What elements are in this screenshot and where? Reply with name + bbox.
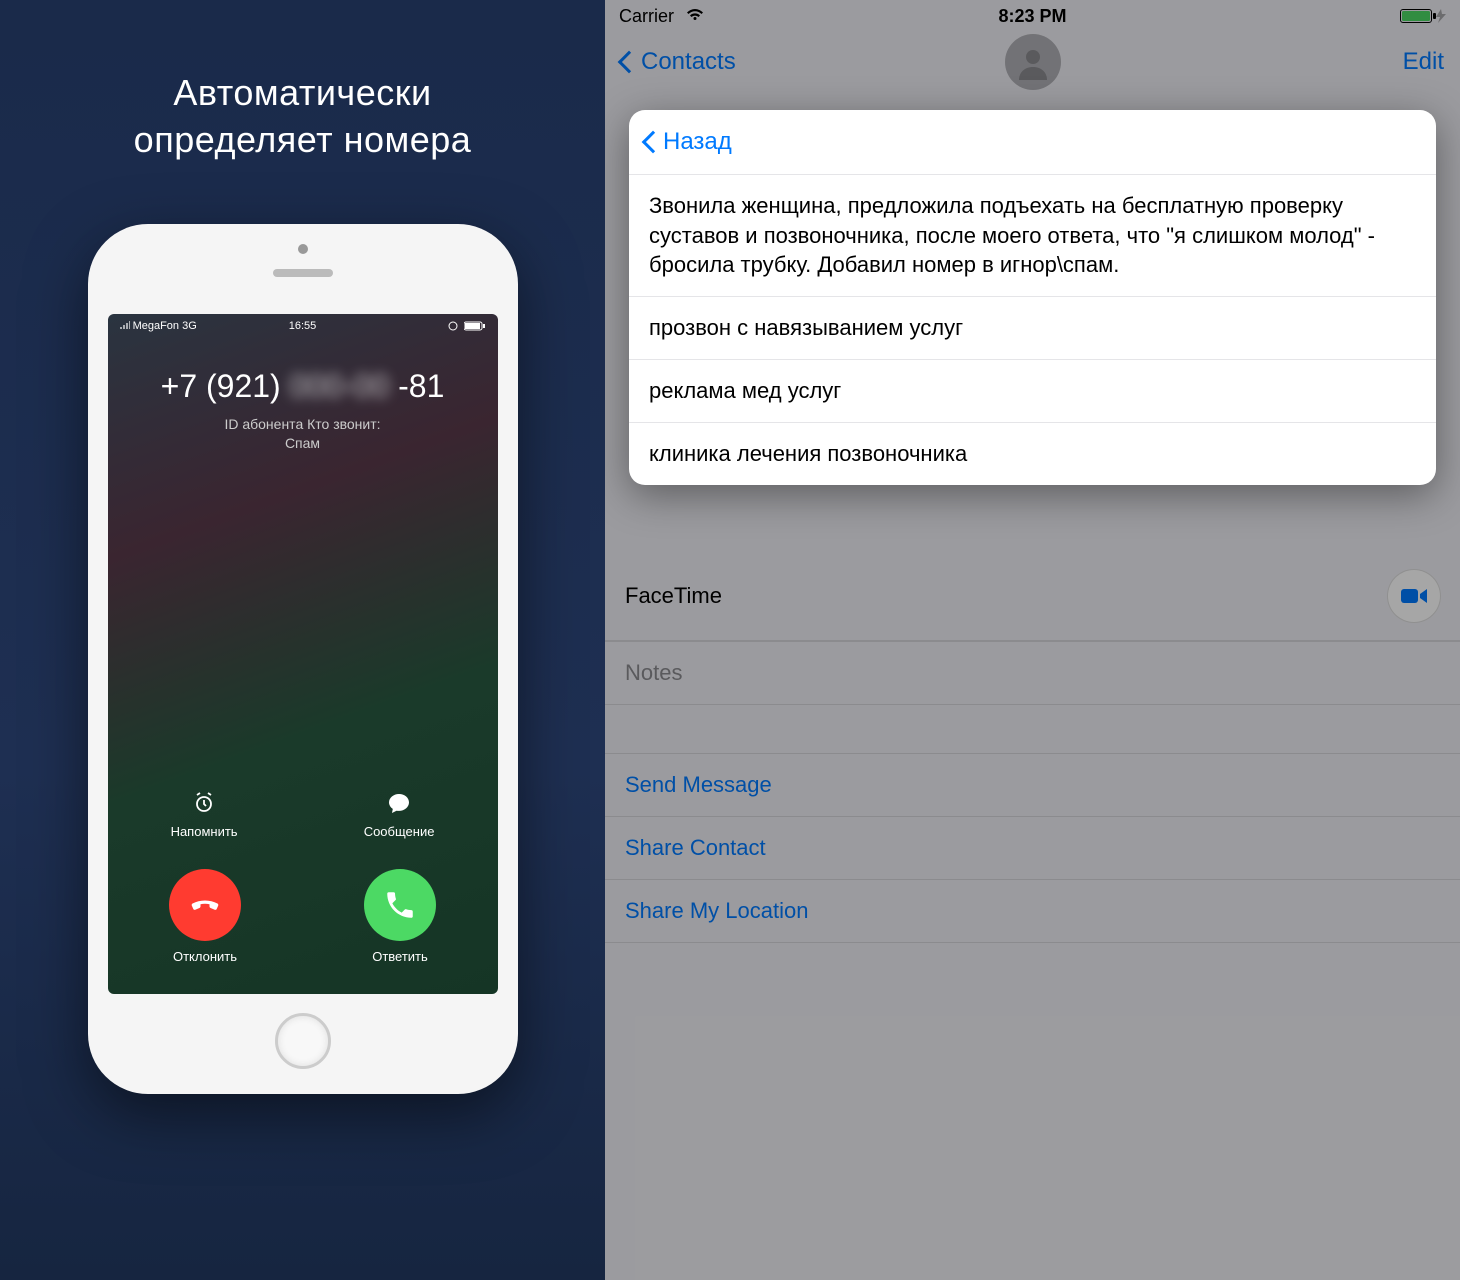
home-button[interactable] <box>275 1013 331 1069</box>
headline-line-2: определяет номера <box>134 117 472 164</box>
report-item[interactable]: прозвон с навязыванием услуг <box>629 297 1436 360</box>
remind-button[interactable]: Напомнить <box>171 790 238 839</box>
reports-popover: Назад Звонила женщина, предложила подъех… <box>629 110 1436 485</box>
inner-status-right <box>446 321 486 331</box>
incoming-number: +7 (921) 000-00 -81 <box>108 368 498 405</box>
number-blurred: 000-00 <box>290 368 390 404</box>
answer-button[interactable]: Ответить <box>364 869 436 964</box>
alarm-icon <box>446 321 460 331</box>
phone-icon <box>383 888 417 922</box>
caller-id-label: ID абонента Кто звонит: Спам <box>108 415 498 454</box>
inner-carrier: MegaFon 3G <box>120 320 197 332</box>
chevron-left-icon <box>642 131 665 154</box>
decline-button[interactable]: Отклонить <box>169 869 241 964</box>
phone-speaker-slot <box>273 269 333 277</box>
message-bubble-icon <box>386 790 412 816</box>
message-button[interactable]: Сообщение <box>364 790 435 839</box>
phone-mockup: MegaFon 3G 16:55 +7 (921) 000-00 -81 ID … <box>88 224 518 1094</box>
report-item[interactable]: реклама мед услуг <box>629 360 1436 423</box>
phone-down-icon <box>187 887 223 923</box>
decline-circle <box>169 869 241 941</box>
promo-panel: Автоматически определяет номера MegaFon … <box>0 0 605 1280</box>
accept-circle <box>364 869 436 941</box>
promo-headline: Автоматически определяет номера <box>134 70 472 164</box>
headline-line-1: Автоматически <box>134 70 472 117</box>
phone-screen: MegaFon 3G 16:55 +7 (921) 000-00 -81 ID … <box>108 314 498 994</box>
inner-status-bar: MegaFon 3G 16:55 <box>108 314 498 338</box>
signal-icon <box>120 321 130 329</box>
alarm-clock-icon <box>191 790 217 816</box>
popover-back-button[interactable]: Назад <box>629 110 1436 175</box>
inner-time: 16:55 <box>289 320 317 332</box>
battery-icon <box>464 321 486 331</box>
report-item[interactable]: клиника лечения позвоночника <box>629 423 1436 485</box>
phone-camera-dot <box>298 244 308 254</box>
report-main-text: Звонила женщина, предложила подъехать на… <box>629 175 1436 297</box>
call-actions: Напомнить Сообщение Отклонить <box>108 790 498 964</box>
app-screen: Carrier 8:23 PM Contacts Edit FaceTime N… <box>605 0 1460 1280</box>
